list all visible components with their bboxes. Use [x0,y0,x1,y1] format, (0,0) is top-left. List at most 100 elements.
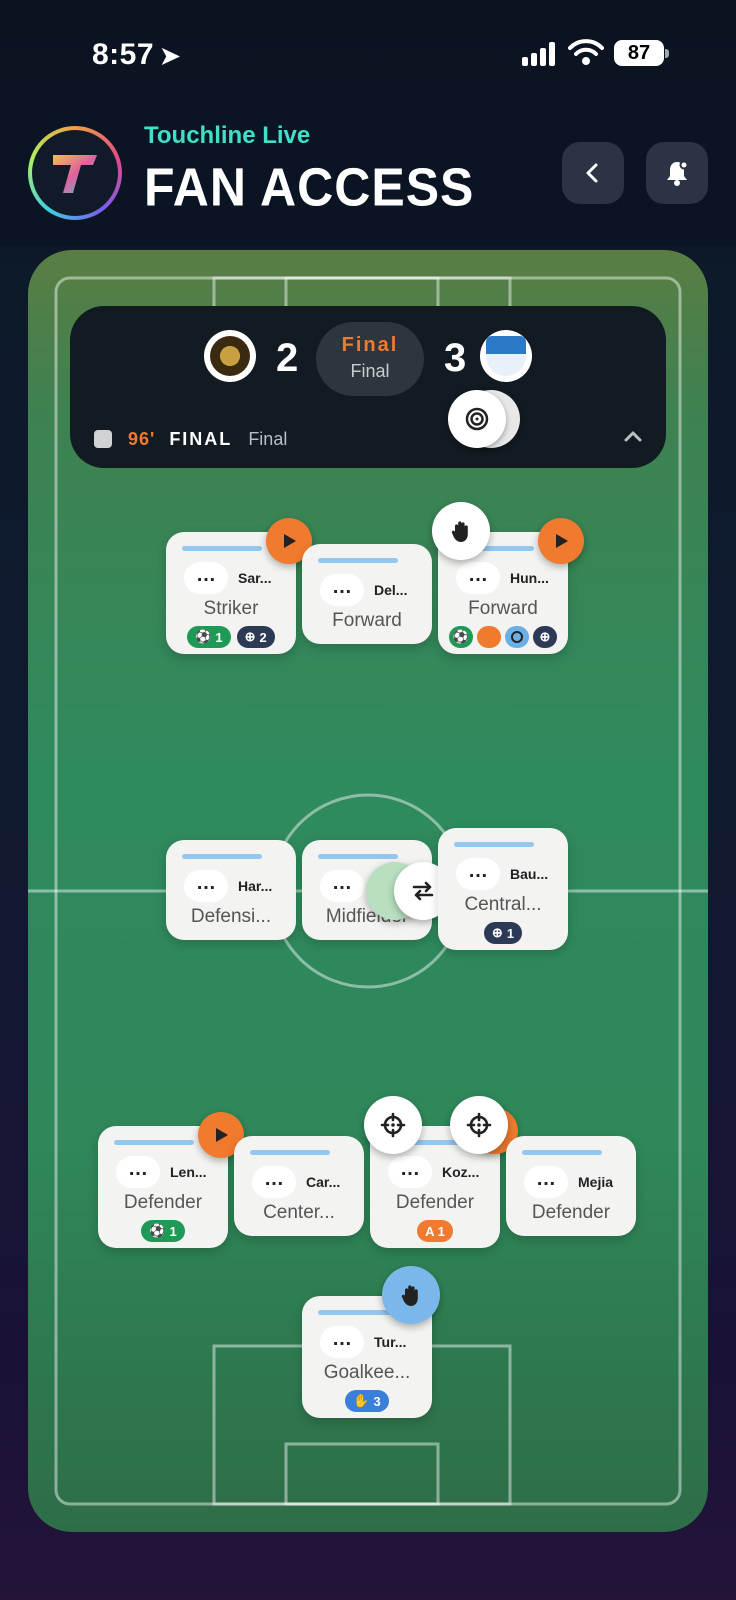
touchline-logo-icon [53,155,97,193]
status-bar: 8:57 ➤ 87 [0,0,736,100]
chevron-up-icon[interactable] [622,426,644,448]
player-name: Tur... [374,1334,407,1350]
location-arrow-icon: ➤ [160,43,181,70]
player-card[interactable]: … Car... Center... [234,1136,364,1236]
hand-button[interactable] [432,502,490,560]
player-card[interactable]: … Mejia Defender [506,1136,636,1236]
player-name: Koz... [442,1164,480,1180]
player-card[interactable]: … Har... Defensi... [166,840,296,940]
home-team-crest [204,330,256,382]
crosshair-button[interactable] [364,1096,422,1154]
hand-icon [451,521,468,542]
assist-badge: A 1 [417,1220,453,1242]
crosshair-button[interactable] [450,1096,508,1154]
player-stats: ✋ 3 [302,1390,432,1412]
crosshair-icon: ⊕ [244,629,256,644]
player-position: Forward [468,598,538,619]
notifications-button[interactable] [646,142,708,204]
more-options-icon[interactable]: … [184,562,228,594]
player-name: Sar... [238,570,272,586]
more-options-icon[interactable]: … [116,1156,160,1188]
match-status-pill: Final Final [316,322,424,396]
hand-icon [401,1285,418,1306]
chevron-left-icon [586,163,598,183]
player-name: Car... [306,1174,341,1190]
player-position: Central... [464,894,542,915]
goals-badge: ⚽ 1 [187,626,231,648]
cellular-signal-icon [522,42,555,66]
play-icon [216,1128,228,1142]
app-header: Touchline Live FAN ACCESS [0,100,736,246]
away-score: 3 [444,336,467,380]
match-status-primary: Final [341,334,399,356]
player-name: Len... [170,1164,207,1180]
player-stats: ⊕ 1 [438,922,568,944]
shots-badge: ⊕ 1 [483,922,523,944]
crosshair-icon [466,1112,492,1138]
away-team-crest [480,330,532,382]
more-options-icon[interactable]: … [388,1156,432,1188]
swap-icon [412,881,434,901]
play-highlight-button[interactable] [538,518,584,564]
player-card[interactable]: … Bau... Central... ⊕ 1 [438,828,568,950]
match-period: FINAL [169,428,233,449]
shots-badge: ⊕ 2 [236,626,275,648]
player-position: Defender [531,1202,611,1223]
target-icon [505,626,529,648]
match-period-row: 96' FINAL Final [94,424,644,454]
player-position: Center... [263,1202,335,1223]
home-score: 2 [276,336,299,380]
player-stats: ⚽ 1 ⊕ 2 [166,626,296,648]
battery-nub [665,49,669,58]
more-options-icon[interactable]: … [252,1166,296,1198]
orange-dot-icon [477,626,501,648]
match-minute: 96' [128,428,156,449]
crosshair-icon: ⊕ [533,626,557,648]
player-name: Har... [238,878,273,894]
scoreboard[interactable]: 2 Final Final 3 96' FINAL Final [70,306,666,468]
more-options-icon[interactable]: … [320,1326,364,1358]
player-stats: A 1 [370,1220,500,1242]
target-icon [465,407,489,431]
play-icon [284,534,296,548]
player-position: Defender [123,1192,203,1213]
player-position: Goalkee... [323,1362,411,1383]
ball-icon: ⚽ [149,1223,166,1238]
goals-badge: ⚽ 1 [141,1220,185,1242]
player-card[interactable]: … Del... Forward [302,544,432,644]
ball-icon: ⚽ [195,629,212,644]
more-options-icon[interactable]: … [524,1166,568,1198]
more-options-icon[interactable]: … [456,562,500,594]
player-name: Mejia [578,1174,614,1190]
glove-icon: ✋ [353,1393,370,1408]
player-name: Del... [374,582,408,598]
player-stats: ⚽ 1 [98,1220,228,1242]
match-status-secondary: Final [350,361,390,381]
player-position: Striker [203,598,259,619]
crosshair-icon: ⊕ [491,925,503,940]
period-indicator [94,430,112,448]
match-period-label: Final [248,428,288,449]
player-position: Defensi... [190,906,272,927]
app-logo [28,126,122,220]
player-stats: ⚽ ⊕ [438,626,568,648]
wifi-icon [568,39,604,65]
bell-icon [667,160,689,186]
more-options-icon[interactable]: … [320,870,364,902]
more-options-icon[interactable]: … [320,574,364,606]
ball-icon: ⚽ [449,626,473,648]
battery-indicator: 87 [614,40,664,66]
brand-name: Touchline Live [144,122,311,149]
status-time: 8:57 ➤ [92,38,181,71]
saves-badge: ✋ 3 [345,1390,389,1412]
saves-button[interactable] [382,1266,440,1324]
page-title: FAN ACCESS [144,157,475,218]
player-position: Defender [395,1192,475,1213]
more-options-icon[interactable]: … [456,858,500,890]
player-name: Bau... [510,866,549,882]
back-button[interactable] [562,142,624,204]
player-name: Hun... [510,570,549,586]
more-options-icon[interactable]: … [184,870,228,902]
play-icon [556,534,568,548]
player-position: Forward [332,610,402,631]
